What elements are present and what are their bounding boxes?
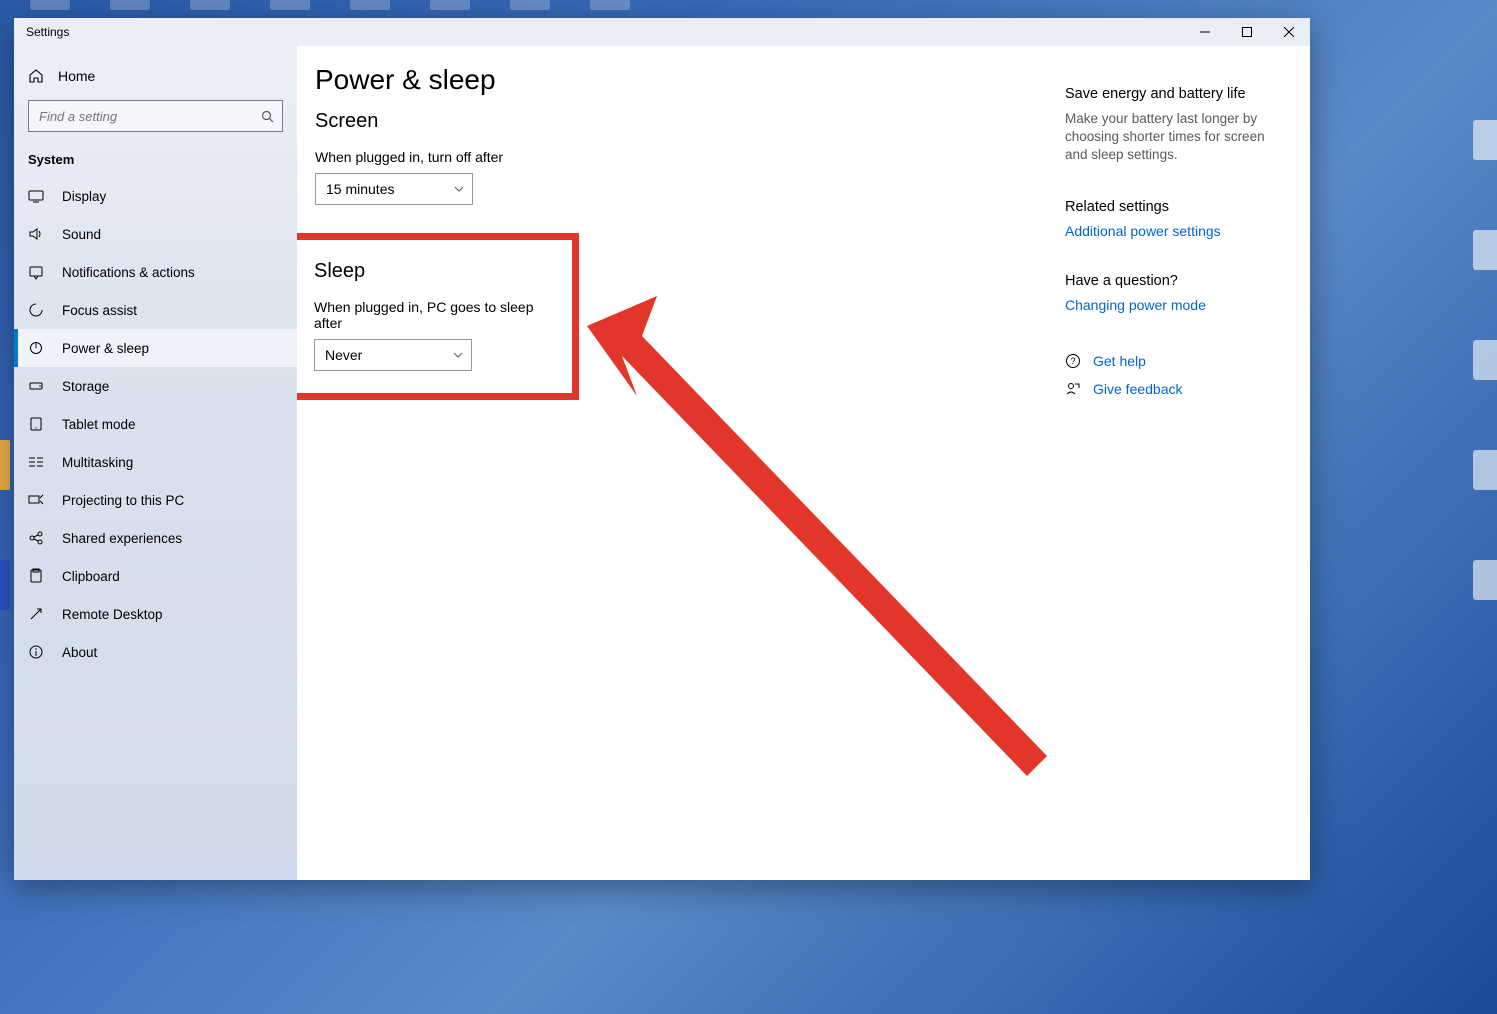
about-icon xyxy=(28,644,44,660)
sidebar-item-storage[interactable]: Storage xyxy=(14,367,297,405)
sidebar-item-focus-assist[interactable]: Focus assist xyxy=(14,291,297,329)
sleep-highlight-box: Sleep When plugged in, PC goes to sleep … xyxy=(297,233,579,400)
changing-power-mode-link[interactable]: Changing power mode xyxy=(1065,297,1280,313)
sidebar-item-remote-desktop[interactable]: Remote Desktop xyxy=(14,595,297,633)
sidebar-item-label: Clipboard xyxy=(62,569,120,584)
sidebar-item-label: Power & sleep xyxy=(62,341,149,356)
window-title: Settings xyxy=(14,25,69,39)
energy-text: Make your battery last longer by choosin… xyxy=(1065,110,1280,165)
sidebar-item-label: Storage xyxy=(62,379,109,394)
chevron-down-icon xyxy=(453,352,463,358)
sidebar-item-label: Remote Desktop xyxy=(62,607,163,622)
search-input-wrap[interactable] xyxy=(28,100,283,132)
projecting-icon xyxy=(28,492,44,508)
sleep-label: When plugged in, PC goes to sleep after xyxy=(314,299,554,331)
get-help-link: Get help xyxy=(1093,353,1146,369)
related-heading: Related settings xyxy=(1065,199,1280,215)
sidebar-item-shared-experiences[interactable]: Shared experiences xyxy=(14,519,297,557)
sidebar-item-label: Projecting to this PC xyxy=(62,493,184,508)
maximize-button[interactable] xyxy=(1226,18,1268,46)
sidebar-item-label: About xyxy=(62,645,97,660)
minimize-icon xyxy=(1200,27,1210,37)
sleep-timeout-select[interactable]: Never xyxy=(314,339,472,371)
window-controls xyxy=(1184,18,1310,46)
sound-icon xyxy=(28,226,44,242)
focus-assist-icon xyxy=(28,302,44,318)
sidebar-item-multitasking[interactable]: Multitasking xyxy=(14,443,297,481)
get-help-row[interactable]: ? Get help xyxy=(1065,353,1280,369)
titlebar: Settings xyxy=(14,18,1310,46)
sidebar-item-sound[interactable]: Sound xyxy=(14,215,297,253)
feedback-icon xyxy=(1065,381,1081,397)
desktop-right-icons xyxy=(1473,120,1497,600)
energy-heading: Save energy and battery life xyxy=(1065,86,1280,102)
sleep-timeout-value: Never xyxy=(325,347,362,363)
search-icon xyxy=(261,110,274,123)
screen-timeout-value: 15 minutes xyxy=(326,181,394,197)
sidebar-item-label: Sound xyxy=(62,227,101,242)
close-button[interactable] xyxy=(1268,18,1310,46)
sidebar-section-label: System xyxy=(14,146,297,177)
display-icon xyxy=(28,188,44,204)
home-icon xyxy=(28,68,44,84)
shared-icon xyxy=(28,530,44,546)
sidebar-item-power-sleep[interactable]: Power & sleep xyxy=(14,329,297,367)
power-icon xyxy=(28,340,44,356)
sidebar-nav: Display Sound Notifications & actions Fo… xyxy=(14,177,297,671)
right-column: Save energy and battery life Make your b… xyxy=(1065,86,1280,409)
chevron-down-icon xyxy=(454,186,464,192)
notifications-icon xyxy=(28,264,44,280)
sidebar-item-tablet-mode[interactable]: Tablet mode xyxy=(14,405,297,443)
content: Power & sleep Screen When plugged in, tu… xyxy=(297,46,1310,880)
minimize-button[interactable] xyxy=(1184,18,1226,46)
sidebar-item-projecting[interactable]: Projecting to this PC xyxy=(14,481,297,519)
sidebar-item-display[interactable]: Display xyxy=(14,177,297,215)
storage-icon xyxy=(28,378,44,394)
give-feedback-row[interactable]: Give feedback xyxy=(1065,381,1280,397)
sidebar-item-about[interactable]: About xyxy=(14,633,297,671)
additional-power-settings-link[interactable]: Additional power settings xyxy=(1065,223,1280,239)
clipboard-icon xyxy=(28,568,44,584)
remote-desktop-icon xyxy=(28,606,44,622)
sidebar-home-label: Home xyxy=(58,68,95,84)
sidebar-item-label: Multitasking xyxy=(62,455,133,470)
search-input[interactable] xyxy=(29,109,282,124)
tablet-icon xyxy=(28,416,44,432)
sidebar: Home System Display Sound xyxy=(14,46,297,880)
maximize-icon xyxy=(1242,27,1252,37)
sidebar-item-label: Notifications & actions xyxy=(62,265,195,280)
sidebar-item-label: Shared experiences xyxy=(62,531,182,546)
sidebar-home[interactable]: Home xyxy=(14,58,297,94)
multitasking-icon xyxy=(28,454,44,470)
screen-timeout-select[interactable]: 15 minutes xyxy=(315,173,473,205)
desktop-top-strip xyxy=(0,0,1497,16)
question-heading: Have a question? xyxy=(1065,273,1280,289)
help-icon: ? xyxy=(1065,353,1081,369)
sidebar-item-label: Display xyxy=(62,189,106,204)
give-feedback-link: Give feedback xyxy=(1093,381,1183,397)
settings-window: Settings Home xyxy=(14,18,1310,880)
sidebar-item-clipboard[interactable]: Clipboard xyxy=(14,557,297,595)
sidebar-item-label: Tablet mode xyxy=(62,417,136,432)
sidebar-item-notifications[interactable]: Notifications & actions xyxy=(14,253,297,291)
desktop-left-icons xyxy=(0,440,10,610)
sidebar-item-label: Focus assist xyxy=(62,303,137,318)
svg-text:?: ? xyxy=(1070,356,1075,366)
sleep-heading: Sleep xyxy=(314,260,554,283)
close-icon xyxy=(1284,27,1294,37)
